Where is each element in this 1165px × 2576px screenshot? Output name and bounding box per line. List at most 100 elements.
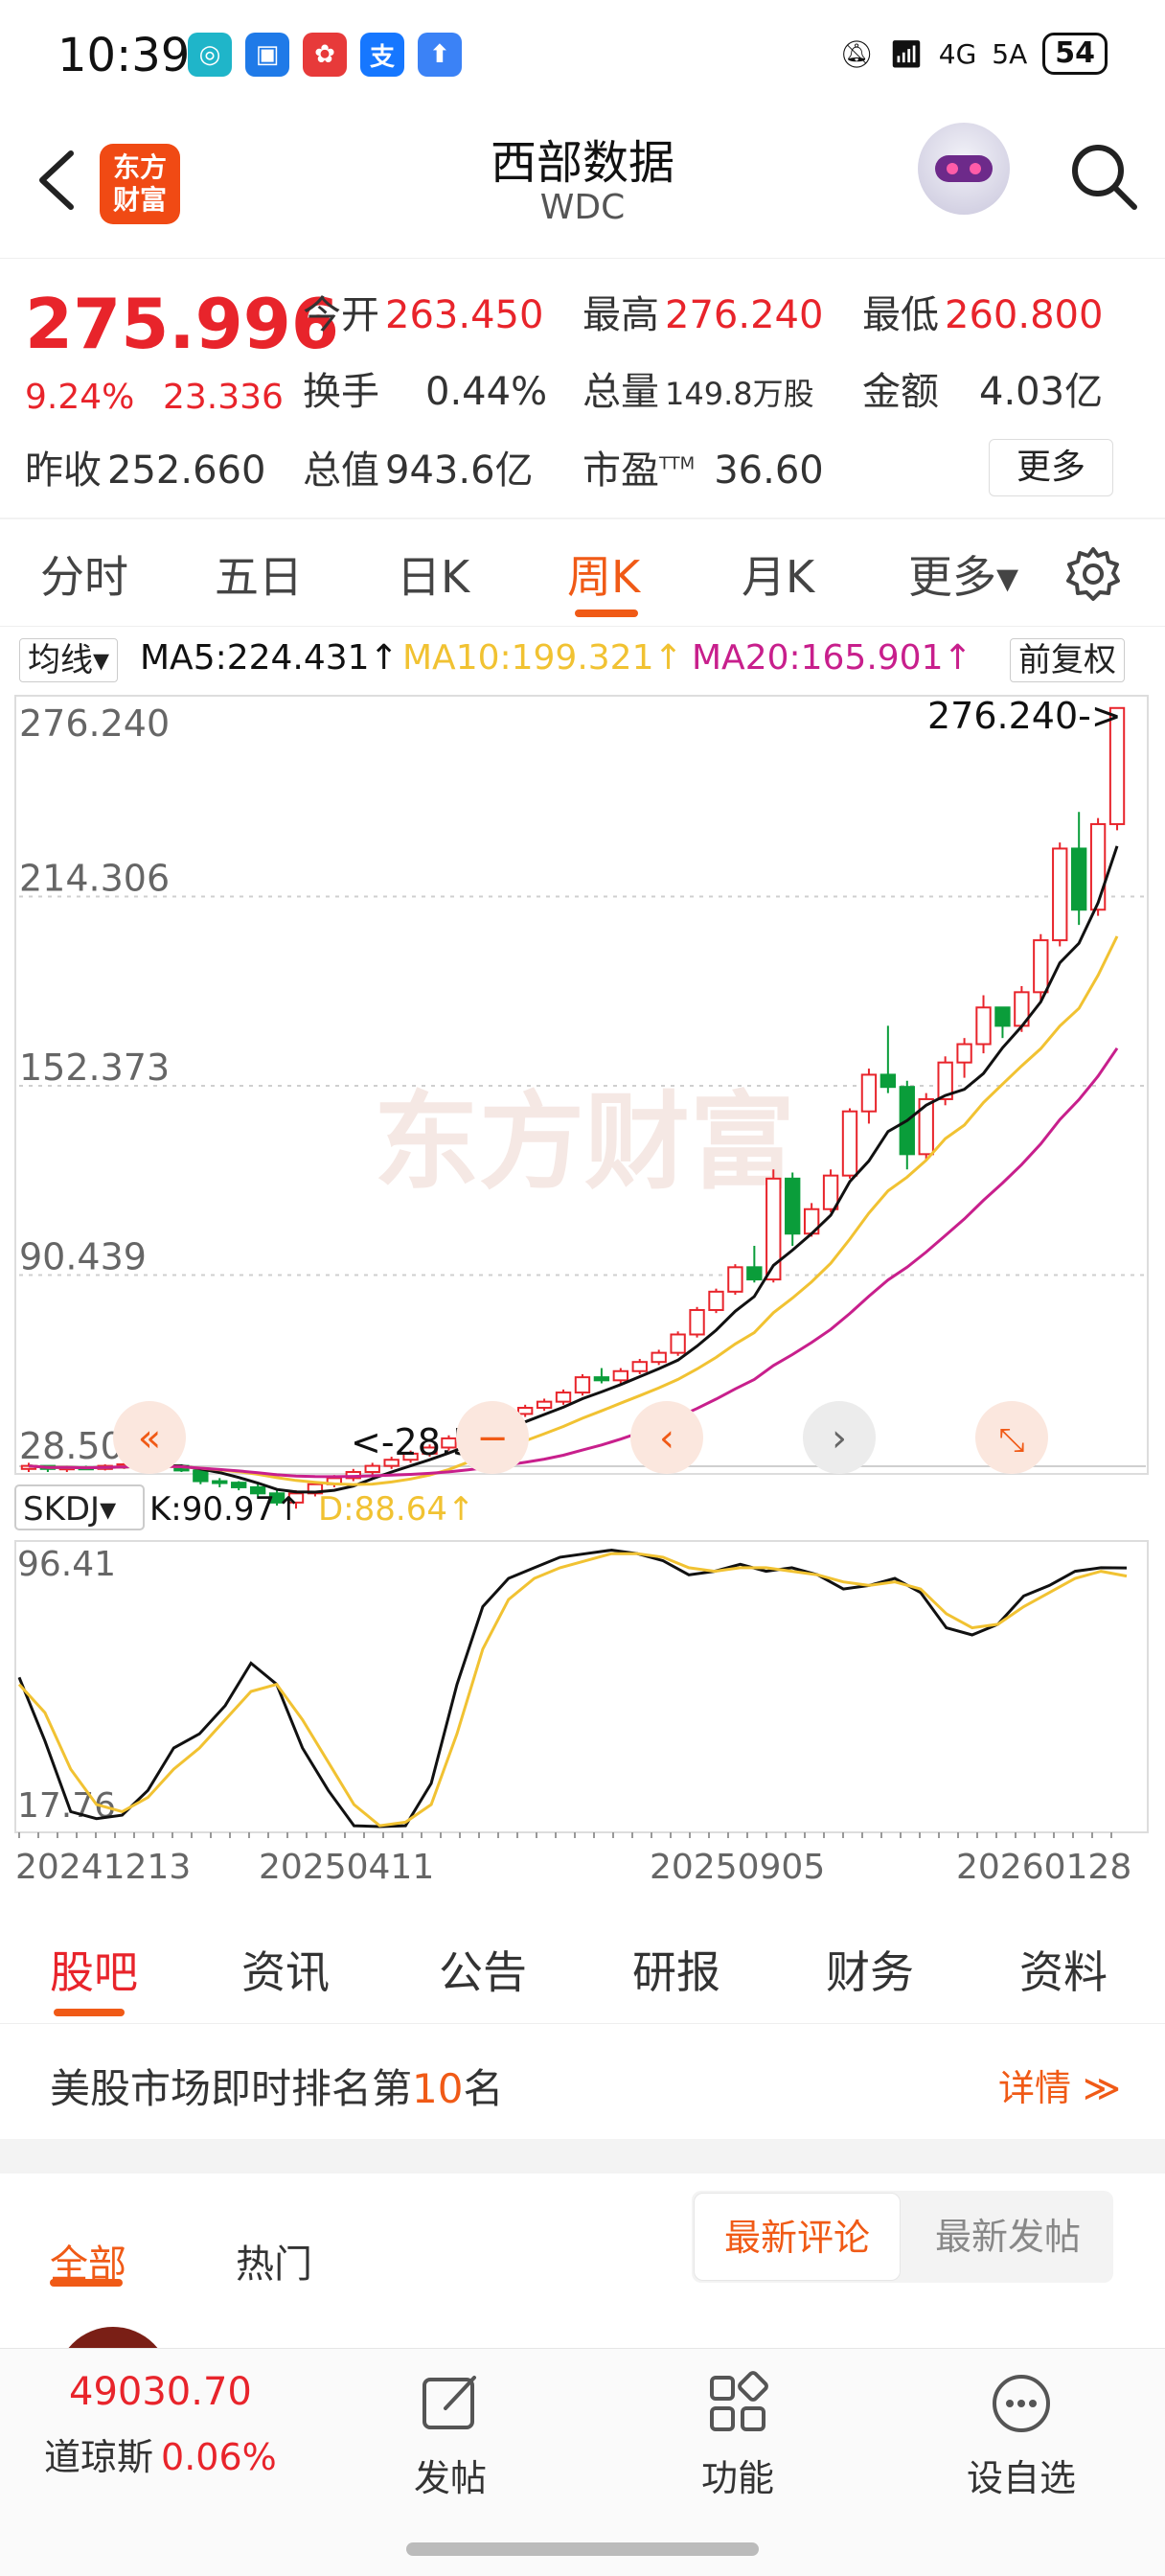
sort-latest-comment[interactable]: 最新评论 [694,2193,901,2281]
period-tabs: 分时 五日 日K 周K 月K 更多▾ [0,525,1165,627]
x-label: 20260128 [956,1848,1131,1887]
tab-profile[interactable]: 资料 [1019,1938,1108,2001]
candle-body [555,1392,572,1403]
candle-body [364,1464,380,1473]
active-tab-indicator [575,610,638,617]
candle-body [994,1006,1011,1027]
indicator-selector[interactable]: SKDJ▾ [23,1490,116,1529]
index-ticker[interactable]: 道琼斯 0.06% [44,2427,277,2480]
pe-cell: 市盈TTM 36.60 [582,439,824,494]
ranking-banner[interactable]: 美股市场即时排名第10名 详情 ≫ [0,2026,1165,2139]
tab-weekly-k[interactable]: 周K [567,542,640,606]
amount-label: 金额 [862,370,939,414]
adjust-mode-button[interactable]: 前复权 [1010,638,1125,682]
feed-filter: 全部 热门 最新评论 最新发帖 [0,2174,1165,2384]
app-notification-icon: ◎ [188,33,232,77]
prev-page-button[interactable]: ‹ [630,1401,703,1474]
double-left-icon: « [138,1416,161,1460]
y-tick-label: 152.373 [19,1046,170,1089]
tab-five-day[interactable]: 五日 [215,542,303,606]
gear-icon[interactable] [1063,544,1123,604]
lock-app-notification-icon: ▣ [245,33,289,77]
tab-intraday[interactable]: 分时 [40,542,128,606]
network-4g: 4G [938,37,977,70]
mute-icon: 🔕︎ [839,37,875,70]
y-tick-label: 276.240 [19,702,170,745]
candle-body [708,1290,724,1311]
candle-body [1089,822,1107,911]
first-page-button[interactable]: « [113,1401,186,1474]
more-quote-button[interactable]: 更多 [989,439,1113,496]
watchlist-label: 设自选 [966,2457,1076,2499]
prev-close-value: 252.660 [107,448,266,493]
x-label: 20250905 [650,1848,825,1887]
expand-icon: ⤡ [998,1421,1024,1460]
add-watchlist-button[interactable]: 设自选 [954,2370,1088,2501]
upload-notification-icon: ⬆ [418,33,462,77]
candle-body [1070,847,1087,911]
tab-announcements[interactable]: 公告 [439,1938,527,2001]
section-gap [0,2139,1165,2174]
content-tabs: 股吧 资讯 公告 研报 财务 资料 [0,1917,1165,2024]
turnover-value: 0.44% [425,370,548,414]
change-amount: 23.336 [163,378,284,417]
tab-monthly-k[interactable]: 月K [742,542,814,606]
post-button[interactable]: 发帖 [383,2370,517,2501]
candle-body [860,1073,878,1113]
low-value: 260.800 [945,293,1104,337]
function-button[interactable]: 功能 [671,2370,805,2501]
prev-close-label: 昨收 [25,448,102,493]
next-page-button[interactable]: › [803,1401,876,1474]
ranking-prefix: 美股市场即时排名第 [50,2065,413,2112]
alipay-notification-icon: 支 [360,33,404,77]
low-label: 最低 [862,293,939,337]
home-indicator [406,2542,759,2556]
tab-financials[interactable]: 财务 [826,1938,914,2001]
sort-toggle: 最新评论 最新发帖 [692,2191,1113,2283]
ma5-value: MA5:224.431↑ [140,638,399,678]
amount-cell: 金额 4.03亿 [862,360,1103,416]
chevron-left-icon: ‹ [659,1416,674,1460]
index-name: 道琼斯 [44,2436,154,2478]
skdj-max-label: 96.41 [17,1545,116,1584]
tab-more-periods[interactable]: 更多▾ [908,542,1018,606]
d-value: D:88.64↑ [318,1490,474,1529]
sort-latest-post[interactable]: 最新发帖 [904,2193,1111,2281]
high-cell: 最高 276.240 [582,284,823,339]
search-icon[interactable] [1065,138,1142,215]
tab-guba[interactable]: 股吧 [50,1938,138,2001]
divider [0,518,1165,519]
ma20-value: MA20:165.901↑ [692,638,972,678]
skdj-k-line [17,1548,1128,1828]
kline-chart[interactable]: 东方财富 276.240214.306152.37390.43928.505 2… [0,690,1165,1917]
ranking-text: 美股市场即时排名第10名 [50,2057,503,2115]
wifi-icon: 📶︎ [889,37,924,70]
tab-daily-k[interactable]: 日K [397,542,469,606]
volume-label: 总量 [582,370,659,414]
candle-body [593,1376,610,1382]
tab-news[interactable]: 资讯 [241,1938,330,2001]
candle-body [651,1351,667,1364]
candle-body [785,1177,801,1235]
tab-research[interactable]: 研报 [632,1938,720,2001]
ranking-detail-link[interactable]: 详情 ≫ [998,2058,1121,2111]
zoom-out-button[interactable]: − [456,1401,529,1474]
ma10-value: MA10:199.321↑ [402,638,683,678]
index-value[interactable]: 49030.70 [69,2370,252,2414]
function-label: 功能 [700,2457,774,2499]
candle-body [631,1361,648,1372]
fullscreen-button[interactable]: ⤡ [975,1401,1048,1474]
candle-body [975,1006,992,1046]
edit-icon [423,2376,476,2429]
feed-tab-hot[interactable]: 热门 [236,2233,312,2288]
current-price: 275.996 [25,284,339,364]
minus-icon: − [476,1416,509,1460]
ai-assistant-avatar-icon[interactable] [918,123,1010,215]
x-label: 20241213 [15,1848,191,1887]
pe-value: 36.60 [714,448,824,493]
ma-selector-dropdown[interactable]: 均线▾ [19,638,119,682]
candle-body [574,1376,591,1394]
open-label: 今开 [303,293,379,337]
candle-body [193,1469,209,1483]
candle-body [689,1308,705,1336]
